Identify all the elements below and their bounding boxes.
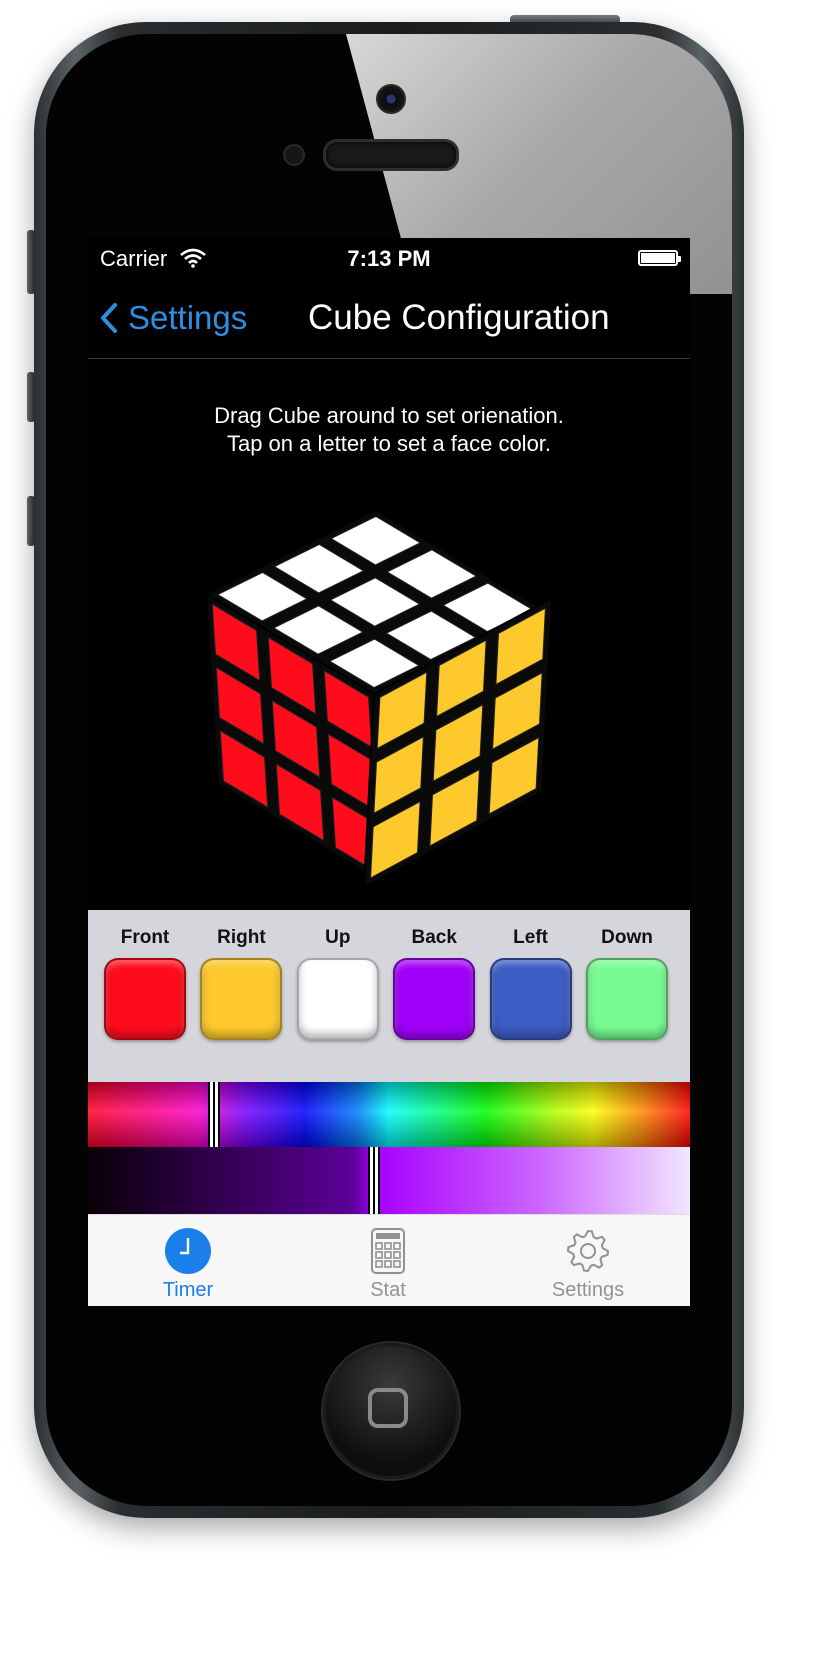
face-color-panel: Front Right Up Back Left Down (88, 910, 690, 1082)
front-camera (376, 84, 406, 114)
face-up-swatch[interactable] (296, 958, 379, 1040)
cube-3d-view[interactable] (206, 502, 566, 892)
tab-stat[interactable]: Stat (288, 1215, 488, 1306)
back-button-label: Settings (128, 299, 248, 336)
tab-timer[interactable]: Timer (88, 1215, 288, 1306)
face-right-swatch[interactable] (200, 958, 283, 1040)
face-down-label[interactable]: Down (584, 926, 670, 954)
face-front[interactable]: Front (102, 926, 188, 1040)
earpiece-speaker (323, 139, 459, 171)
rubiks-cube[interactable] (206, 509, 553, 889)
hue-slider-handle[interactable] (208, 1082, 221, 1147)
tab-timer-label: Timer (162, 1279, 214, 1301)
app-screen: Carrier 7:13 PM Settings Cube Configurat… (88, 238, 690, 1306)
chevron-left-icon (101, 303, 117, 333)
battery-icon (638, 250, 681, 266)
clock-icon (165, 1228, 211, 1274)
proximity-sensor (283, 144, 305, 166)
face-right-label[interactable]: Right (198, 926, 284, 954)
face-up[interactable]: Up (295, 926, 381, 1040)
face-down-swatch[interactable] (586, 958, 668, 1040)
page-title: Cube Configuration (308, 298, 610, 337)
instructions: Drag Cube around to set orienation. Tap … (88, 402, 690, 458)
face-back-swatch[interactable] (393, 958, 476, 1040)
status-bar: Carrier 7:13 PM (88, 238, 690, 278)
tab-settings[interactable]: Settings (488, 1215, 688, 1306)
shade-slider-handle[interactable] (367, 1147, 380, 1214)
instruction-line-2: Tap on a letter to set a face color. (226, 431, 552, 456)
shade-slider[interactable] (88, 1147, 690, 1214)
face-back-label[interactable]: Back (391, 926, 477, 954)
instruction-line-1: Drag Cube around to set orienation. (214, 403, 564, 428)
calculator-icon (371, 1228, 405, 1274)
home-button[interactable] (323, 1343, 459, 1479)
face-left-swatch[interactable] (489, 958, 572, 1040)
face-right[interactable]: Right (198, 926, 284, 1040)
face-left[interactable]: Left (488, 926, 574, 1040)
home-square-icon (368, 1388, 408, 1428)
face-down[interactable]: Down (584, 926, 670, 1040)
face-back[interactable]: Back (391, 926, 477, 1040)
tab-bar: Timer Stat Settings (88, 1214, 690, 1306)
face-left-label[interactable]: Left (488, 926, 574, 954)
face-front-label[interactable]: Front (102, 926, 188, 954)
face-front-swatch[interactable] (104, 958, 186, 1040)
back-button[interactable]: Settings (100, 296, 247, 340)
gear-icon (566, 1229, 610, 1273)
tab-stat-label: Stat (370, 1279, 406, 1301)
hue-slider[interactable] (88, 1082, 690, 1147)
tab-settings-label: Settings (551, 1279, 625, 1301)
face-up-label[interactable]: Up (295, 926, 381, 954)
navigation-bar: Settings Cube Configuration (88, 278, 690, 359)
status-time: 7:13 PM (347, 246, 431, 271)
